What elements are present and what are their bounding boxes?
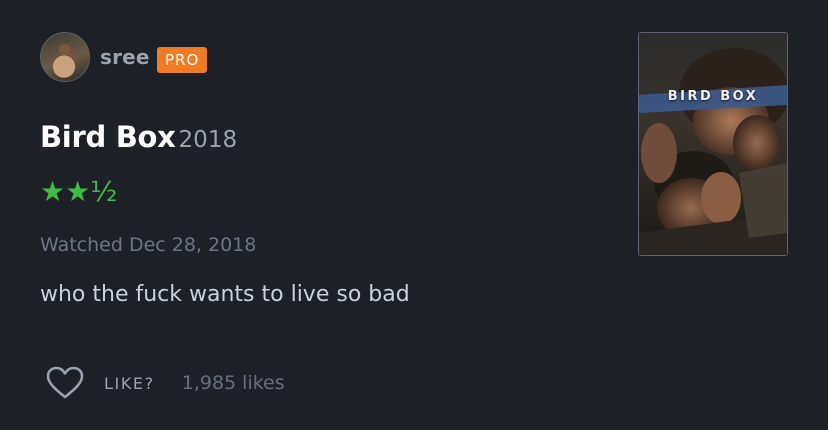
poster-title: BIRD BOX: [667, 89, 759, 104]
film-poster[interactable]: BIRD BOX: [638, 32, 788, 256]
poster-image: [639, 33, 787, 255]
avatar[interactable]: [40, 32, 90, 82]
film-year[interactable]: 2018: [179, 127, 238, 153]
review-card: sree PRO Bird Box 2018 ★★½ Watched Dec 28…: [0, 0, 828, 430]
film-title[interactable]: Bird Box: [40, 120, 176, 154]
like-button[interactable]: LIKE?: [104, 374, 155, 393]
heart-outline-icon[interactable]: [46, 366, 84, 400]
film-heading: Bird Box 2018: [40, 120, 237, 154]
username[interactable]: sree: [100, 45, 150, 69]
star-rating: ★★½: [40, 175, 118, 208]
watched-date[interactable]: Watched Dec 28, 2018: [40, 234, 256, 256]
like-count[interactable]: 1,985 likes: [182, 372, 285, 394]
like-row: LIKE? 1,985 likes: [46, 365, 285, 401]
review-text: who the fuck wants to live so bad: [40, 282, 410, 307]
pro-badge: PRO: [157, 47, 208, 73]
